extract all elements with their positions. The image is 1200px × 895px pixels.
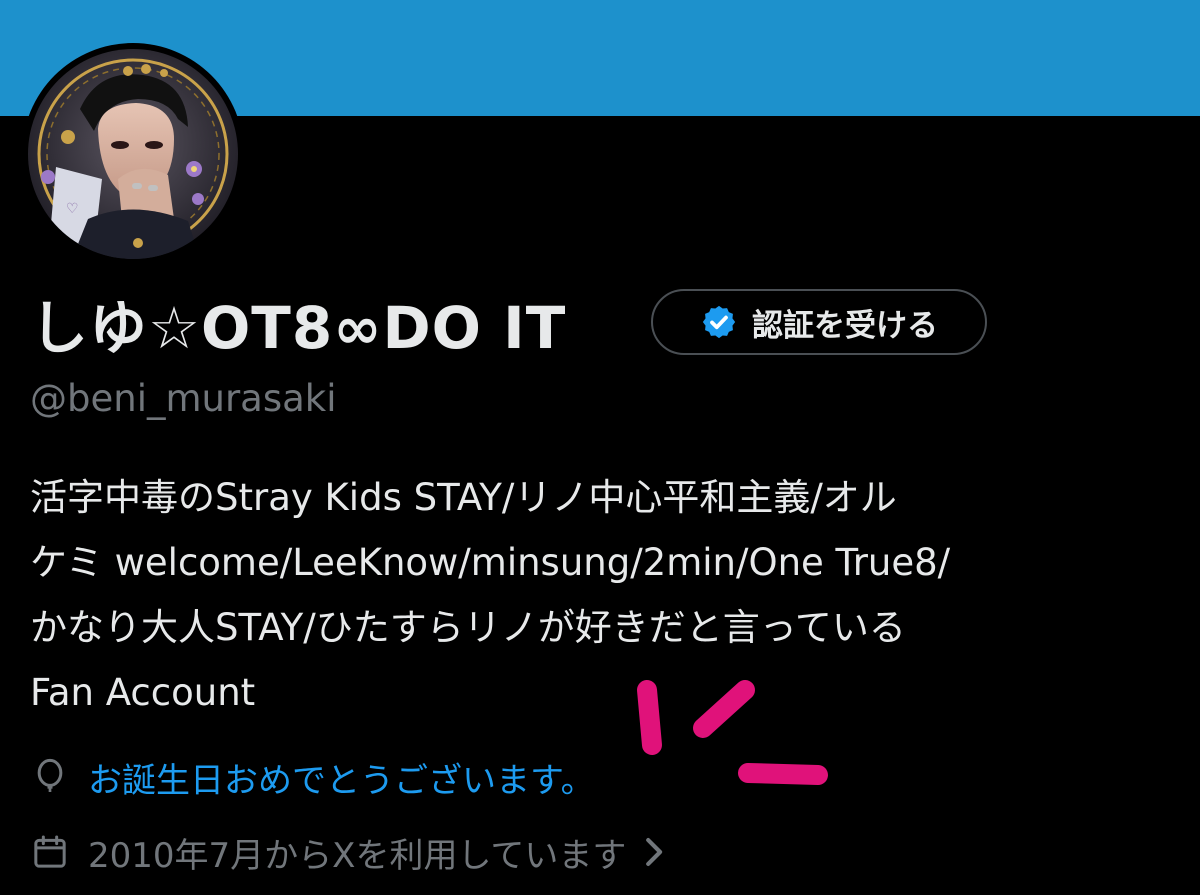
profile-bio: 活字中毒のStray Kids STAY/リノ中心平和主義/オル ケミ welc…	[30, 465, 1180, 725]
bio-line: 活字中毒のStray Kids STAY/リノ中心平和主義/オル	[30, 476, 897, 519]
joined-date-row[interactable]: 2010年7月からXを利用しています	[30, 827, 668, 877]
user-handle: @beni_murasaki	[30, 377, 337, 420]
calendar-icon	[34, 835, 66, 868]
verified-badge-icon	[702, 305, 736, 339]
annotation-stroke	[738, 763, 828, 785]
display-name-row: しゆ☆OT8∞DO IT	[30, 283, 566, 363]
birthday-message: お誕生日おめでとうございます。	[88, 760, 595, 801]
joined-date: 2010年7月からXを利用しています	[88, 835, 627, 876]
birthday-row: お誕生日おめでとうございます。	[30, 752, 595, 802]
balloon-icon	[37, 758, 63, 792]
get-verified-button[interactable]: 認証を受ける	[651, 289, 987, 355]
avatar[interactable]: ♡	[28, 49, 238, 259]
display-name: しゆ☆OT8∞DO IT	[30, 294, 567, 362]
bio-line: かなり大人STAY/ひたすらリノが好きだと言っている	[30, 606, 906, 649]
get-verified-label: 認証を受ける	[752, 307, 938, 344]
svg-text:♡: ♡	[66, 201, 79, 217]
profile-page: ♡ しゆ☆OT8∞DO IT 認証を受ける @beni_murasaki 活字中…	[0, 0, 1200, 895]
chevron-right-icon	[646, 838, 663, 866]
bio-line: ケミ welcome/LeeKnow/minsung/2min/One True…	[30, 541, 951, 584]
bio-line: Fan Account	[30, 671, 256, 714]
